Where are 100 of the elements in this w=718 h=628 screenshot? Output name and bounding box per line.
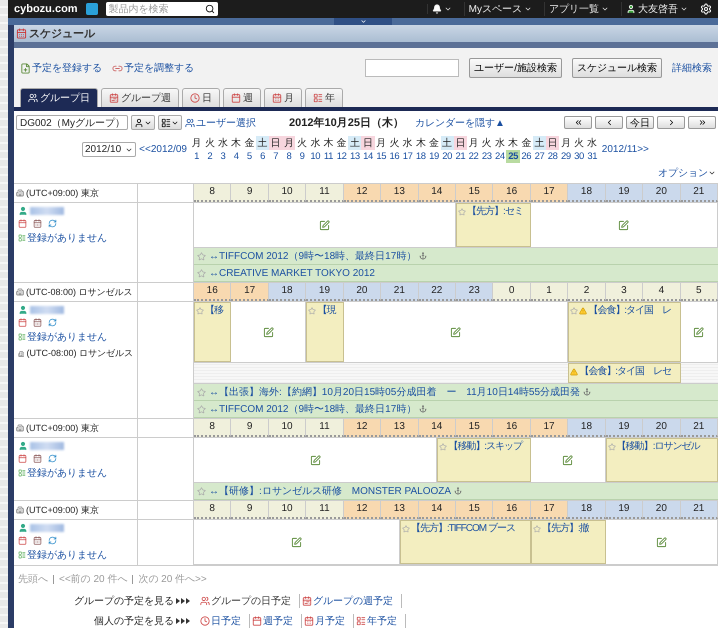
register-link[interactable]: 予定を登録する [20,61,102,75]
app-icon[interactable] [86,3,98,15]
day-link[interactable]: 16 [388,150,401,163]
day-link[interactable]: 13 [348,150,362,163]
logo[interactable]: cybozu.com [14,3,78,15]
calendar-icon[interactable] [18,318,27,327]
month-select[interactable]: 2012/10 [82,142,136,157]
todo-link[interactable]: 登録がありません [18,231,133,245]
view-link[interactable]: グループの日予定 [198,594,300,608]
all-day-event[interactable]: ↔【研修】:ロサンゼルス研修 MONSTER PALOOZA [194,483,718,500]
day-link[interactable]: 26 [520,150,533,163]
schedule-event[interactable]: 【先方】:セミ [456,203,531,247]
prev-week-button[interactable] [564,116,592,129]
day-link[interactable]: 1 [190,150,204,163]
day-link[interactable]: 24 [493,150,506,163]
day-link[interactable]: 20 [440,150,454,163]
user-menu[interactable]: 大友啓吾 [621,2,692,16]
day-link[interactable]: 12 [335,150,348,163]
view-tab[interactable]: 月 [264,88,302,107]
view-link[interactable]: 週予定 [250,614,302,628]
hide-calendar-link[interactable]: カレンダーを隠す▲ [414,116,505,130]
settings-icon[interactable] [700,3,712,15]
day-link[interactable]: 18 [414,150,428,163]
sync-icon[interactable] [48,318,57,327]
day-link[interactable]: 31 [586,150,599,163]
schedule-event[interactable]: 【会食】:タイ国 レ [568,302,681,362]
todo-link[interactable]: 登録がありません [18,330,133,344]
view-tab[interactable]: 週 [223,88,261,107]
day-link[interactable]: 5 [242,150,256,163]
next-week-button[interactable] [688,116,716,129]
day-link[interactable]: 11 [322,150,336,163]
sync-icon[interactable] [48,536,57,545]
advanced-search-link[interactable]: 詳細検索 [672,61,712,75]
schedule-event[interactable]: 【移動】:ロサンゼル [606,438,718,482]
edit-icon [693,326,704,338]
sync-icon[interactable] [48,219,57,228]
today-button[interactable]: 今日 [626,116,654,129]
hour-header: 3 [606,283,644,301]
schedule-event[interactable]: 【現 [306,302,344,362]
adjust-link[interactable]: 予定を調整する [112,61,194,75]
view-link[interactable]: 日予定 [198,614,250,628]
view-tab[interactable]: 日 [182,88,220,107]
calendar-icon[interactable] [33,318,42,327]
top-menu[interactable]: アプリ一覧 [544,2,613,16]
search-input[interactable] [365,59,460,77]
view-link[interactable]: 年予定 [354,614,406,628]
day-link[interactable]: 7 [269,150,282,163]
all-day-event[interactable]: ↔TIFFCOM 2012（9時〜18時、最終日17時） [194,401,718,418]
view-link[interactable]: 月予定 [302,614,354,628]
day-link[interactable]: 8 [282,150,296,163]
day-link[interactable]: 10 [308,150,322,163]
day-link[interactable]: 9 [295,150,309,163]
day-link[interactable]: 15 [374,150,388,163]
view-link[interactable]: グループの週予定 [300,594,402,608]
calendar-icon[interactable] [18,219,27,228]
day-link[interactable]: 25 [506,150,520,163]
list-menu-button[interactable] [158,115,182,130]
todo-link[interactable]: 登録がありません [18,466,133,480]
day-link[interactable]: 14 [361,150,375,163]
all-day-event[interactable]: ↔【出張】海外:【約網】10月20日15時05分成田着 ー 11月10日14時55分成田発 [194,384,718,401]
day-link[interactable]: 2 [203,150,216,163]
day-link[interactable]: 28 [546,150,560,163]
search-icon[interactable] [204,4,215,14]
day-link[interactable]: 29 [559,150,572,163]
all-day-event[interactable]: ↔TIFFCOM 2012（9時〜18時、最終日17時） [194,248,718,265]
prev-month-link[interactable]: <<2012/09 [139,144,187,155]
calendar-icon[interactable] [18,536,27,545]
day-link[interactable]: 17 [400,150,414,163]
view-tab[interactable]: グループ週 [101,88,179,107]
calendar-icon[interactable] [33,454,42,463]
group-select[interactable]: DG002（Myグループ） [16,115,128,130]
next-month-link[interactable]: 2012/11>> [602,144,649,155]
user-menu-button[interactable] [131,115,155,130]
view-tab[interactable]: グループ日 [20,88,98,107]
day-link[interactable]: 30 [572,150,586,163]
search-button[interactable]: ユーザー/施設検索 [469,58,562,78]
options-link[interactable]: オプション [658,166,708,180]
schedule-event[interactable]: 【移動】:スキップ [437,438,531,482]
schedule-event[interactable]: 【先方】:撤 [530,520,606,564]
top-menu[interactable]: Myスペース [464,2,536,16]
calendar-icon[interactable] [33,536,42,545]
schedule-event[interactable]: 【移 [194,302,232,362]
day-link[interactable]: 23 [480,150,494,163]
user-select-link[interactable]: ユーザー選択 [185,116,256,130]
day-link[interactable]: 3 [216,150,230,163]
day-link[interactable]: 19 [427,150,441,163]
todo-link[interactable]: 登録がありません [18,548,133,562]
day-link[interactable]: 27 [532,150,546,163]
all-day-event[interactable]: ↔CREATIVE MARKET TOKYO 2012 [194,265,718,282]
calendar-icon[interactable] [18,454,27,463]
search-button[interactable]: スケジュール検索 [572,58,662,78]
day-link[interactable]: 22 [466,150,480,163]
sync-icon[interactable] [48,454,57,463]
calendar-icon[interactable] [33,219,42,228]
view-tab[interactable]: 年 [305,88,343,107]
day-link[interactable]: 21 [454,150,467,163]
schedule-event[interactable]: 【会食】:タイ国 レセ [568,363,681,383]
schedule-event[interactable]: 【先方】:TIFFCOM ブース [400,520,531,564]
day-link[interactable]: 6 [256,150,270,163]
day-link[interactable]: 4 [230,150,243,163]
